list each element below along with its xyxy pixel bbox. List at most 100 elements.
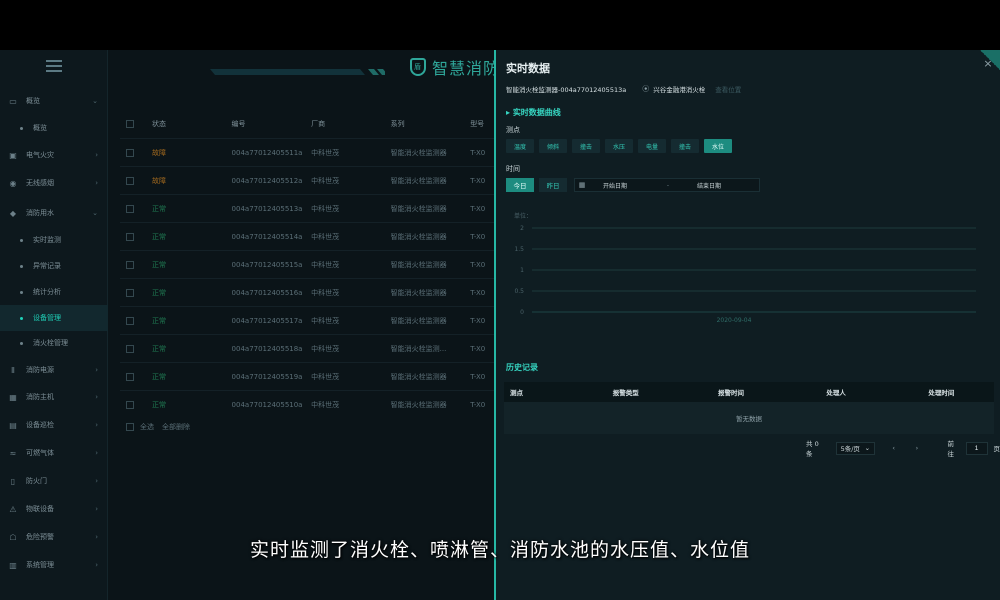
row-series: 智能消火栓监测器 bbox=[390, 232, 447, 241]
sidebar-item[interactable]: ▯ 防火门 › bbox=[0, 468, 108, 494]
sidebar-item[interactable]: ≈ 可燃气体 › bbox=[0, 440, 108, 466]
row-number: 004a77012405514a bbox=[231, 232, 303, 241]
sidebar-item-label: 概览 bbox=[33, 124, 47, 132]
table-row[interactable]: 正常 004a77012405514a 中科世茂 智能消火栓监测器 T-X0 bbox=[120, 222, 500, 250]
app-window: ▭ 概览 ⌄ 概览 ▣ 电气火灾 › ◉ 无线感烟 › ◆ 消防用水 ⌄ 实时监测 异常记录 统计分析 设备管理… bbox=[0, 50, 1000, 600]
footer-checkbox[interactable] bbox=[126, 423, 134, 431]
row-status: 正常 bbox=[152, 316, 166, 325]
water-drop-icon: ◆ bbox=[9, 208, 17, 218]
today-button[interactable]: 今日 bbox=[506, 178, 534, 192]
page-size-select[interactable]: 5条/页 ⌄ bbox=[835, 441, 876, 455]
date-end[interactable]: 结束日期 bbox=[697, 181, 721, 190]
y-tick-label: 2 bbox=[520, 225, 524, 232]
row-number: 004a77012405518a bbox=[231, 344, 303, 353]
row-checkbox[interactable] bbox=[126, 372, 134, 381]
sidebar-item-label: 实时监测 bbox=[33, 236, 61, 244]
sidebar-item[interactable]: Ⅱ 消防电源 › bbox=[0, 357, 108, 383]
page-input[interactable] bbox=[965, 441, 988, 455]
row-status: 故障 bbox=[152, 148, 166, 157]
row-vendor: 中科世茂 bbox=[311, 148, 340, 157]
row-series: 智能消火栓监测器 bbox=[390, 148, 447, 157]
sidebar-item[interactable]: ▦ 消防主机 › bbox=[0, 384, 108, 410]
prev-page-button[interactable]: ‹ bbox=[889, 444, 898, 452]
select-all-checkbox[interactable] bbox=[126, 120, 134, 128]
row-status: 正常 bbox=[152, 204, 166, 213]
bullet-dot-icon bbox=[20, 238, 23, 242]
sidebar-item[interactable]: 异常记录 bbox=[0, 253, 108, 279]
measure-point-chip[interactable]: 倾斜 bbox=[539, 139, 567, 153]
video-top-bar bbox=[0, 0, 1000, 50]
door-icon: ▯ bbox=[10, 476, 16, 486]
bullet-dot-icon bbox=[20, 126, 23, 130]
measure-point-chip[interactable]: 撞击 bbox=[572, 139, 600, 153]
sidebar-item-label: 电气火灾 bbox=[26, 151, 54, 159]
table-row[interactable]: 正常 004a77012405510a 中科世茂 智能消火栓监测器 T-X0 bbox=[120, 390, 500, 418]
table-row[interactable]: 故障 004a77012405512a 中科世茂 智能消火栓监测器 T-X0 bbox=[120, 166, 500, 194]
row-status: 正常 bbox=[152, 400, 166, 409]
yesterday-button[interactable]: 昨日 bbox=[539, 178, 567, 192]
sidebar-item[interactable]: 消火栓管理 bbox=[0, 330, 108, 356]
calendar-icon: ▦ bbox=[578, 181, 586, 189]
measure-point-chip[interactable]: 水压 bbox=[605, 139, 633, 153]
sidebar: ▭ 概览 ⌄ 概览 ▣ 电气火灾 › ◉ 无线感烟 › ◆ 消防用水 ⌄ 实时监测 异常记录 统计分析 设备管理… bbox=[0, 50, 108, 600]
row-checkbox[interactable] bbox=[126, 148, 134, 157]
measure-point-chip[interactable]: 水位 bbox=[704, 139, 732, 153]
realtime-data-drawer: 实时数据 × 智能消火栓监测器-004a77012405513a ⦿ 兴谷金融港… bbox=[494, 50, 1000, 600]
chevron-right-icon: › bbox=[95, 151, 98, 159]
chevron-down-icon: ⌄ bbox=[864, 444, 871, 452]
bullet-dot-icon bbox=[20, 264, 23, 268]
sidebar-item[interactable]: 概览 bbox=[0, 115, 108, 141]
date-start[interactable]: 开始日期 bbox=[603, 181, 653, 190]
row-checkbox[interactable] bbox=[126, 344, 134, 353]
curve-section-title: ▸ 实时数据曲线 bbox=[506, 108, 561, 117]
sidebar-item-label: 设备巡检 bbox=[26, 421, 54, 429]
sidebar-item[interactable]: ▣ 电气火灾 › bbox=[0, 142, 108, 168]
row-checkbox[interactable] bbox=[126, 316, 134, 325]
row-checkbox[interactable] bbox=[126, 260, 134, 269]
table-row[interactable]: 正常 004a77012405516a 中科世茂 智能消火栓监测器 T-X0 bbox=[120, 278, 500, 306]
measure-point-chip[interactable]: 撞击 bbox=[671, 139, 699, 153]
select-all-label[interactable]: 全选 bbox=[140, 422, 154, 432]
time-label: 时间 bbox=[506, 165, 520, 173]
sidebar-item-label: 消防主机 bbox=[26, 393, 54, 401]
sidebar-item-label: 统计分析 bbox=[33, 288, 61, 296]
sidebar-item[interactable]: 实时监测 bbox=[0, 227, 108, 253]
sidebar-item[interactable]: 设备管理 bbox=[0, 305, 108, 331]
sidebar-item[interactable]: ▤ 设备巡检 › bbox=[0, 412, 108, 438]
sidebar-item[interactable]: ▭ 概览 ⌄ bbox=[0, 88, 108, 114]
history-table: 测点 报警类型 报警时间 处理人 处理时间 暂无数据 bbox=[504, 382, 994, 434]
view-location-link[interactable]: 查看位置 bbox=[715, 84, 741, 94]
measure-point-chip[interactable]: 温度 bbox=[506, 139, 534, 153]
measure-point-chip[interactable]: 电量 bbox=[638, 139, 666, 153]
sidebar-item-label: 异常记录 bbox=[33, 262, 61, 270]
sidebar-item[interactable]: ⚠ 物联设备 › bbox=[0, 496, 108, 522]
next-page-button[interactable]: › bbox=[912, 444, 921, 452]
sidebar-item[interactable]: ◉ 无线感烟 › bbox=[0, 170, 108, 196]
date-range-picker[interactable]: ▦ 开始日期 - 结束日期 bbox=[574, 178, 760, 192]
table-row[interactable]: 正常 004a77012405515a 中科世茂 智能消火栓监测器 T-X0 bbox=[120, 250, 500, 278]
row-checkbox[interactable] bbox=[126, 232, 134, 241]
table-row[interactable]: 正常 004a77012405519a 中科世茂 智能消火栓监测器 T-X0 bbox=[120, 362, 500, 390]
menu-toggle-icon[interactable] bbox=[46, 60, 62, 72]
row-checkbox[interactable] bbox=[126, 400, 134, 409]
table-row[interactable]: 正常 004a77012405513a 中科世茂 智能消火栓监测器 T-X0 bbox=[120, 194, 500, 222]
row-vendor: 中科世茂 bbox=[311, 232, 340, 241]
close-icon[interactable]: × bbox=[982, 58, 994, 70]
row-checkbox[interactable] bbox=[126, 176, 134, 185]
sidebar-item[interactable]: ◆ 消防用水 ⌄ bbox=[0, 200, 108, 226]
row-series: 智能消火栓监测器 bbox=[390, 288, 447, 297]
x-tick-label: 2020-09-04 bbox=[717, 317, 752, 324]
row-checkbox[interactable] bbox=[126, 288, 134, 297]
measure-point-chips: 温度 倾斜 撞击 水压 电量 撞击 水位 bbox=[506, 139, 737, 153]
pagination: 共 0 条 5条/页 ⌄ ‹ › 前往 页 bbox=[806, 438, 1000, 458]
delete-all-link[interactable]: 全部删除 bbox=[162, 422, 190, 432]
table-row[interactable]: 正常 004a77012405517a 中科世茂 智能消火栓监测器 T-X0 bbox=[120, 306, 500, 334]
host-icon: ▦ bbox=[9, 392, 17, 402]
table-row[interactable]: 故障 004a77012405511a 中科世茂 智能消火栓监测器 T-X0 bbox=[120, 138, 500, 166]
row-checkbox[interactable] bbox=[126, 204, 134, 213]
sidebar-item-label: 可燃气体 bbox=[26, 449, 54, 457]
table-row[interactable]: 正常 004a77012405518a 中科世茂 智能消火栓监测... T-X0 bbox=[120, 334, 500, 362]
app-title-text: 智慧消防 bbox=[432, 59, 501, 78]
sidebar-item[interactable]: 统计分析 bbox=[0, 279, 108, 305]
bullet-dot-icon bbox=[20, 316, 23, 320]
